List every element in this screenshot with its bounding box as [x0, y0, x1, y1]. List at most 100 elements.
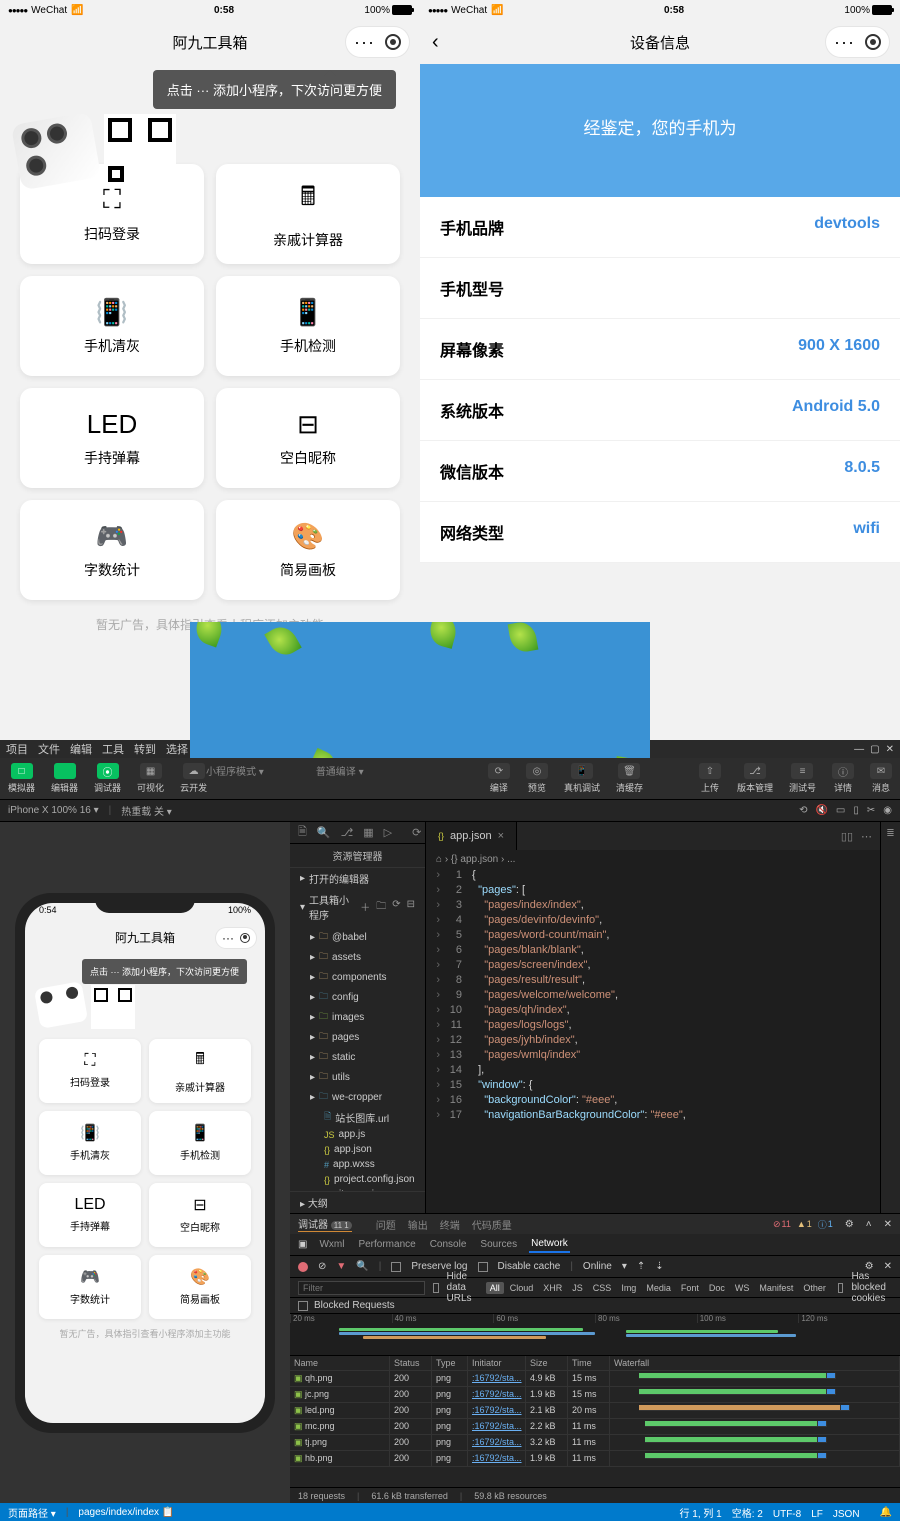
- disable-cache-checkbox[interactable]: [478, 1262, 488, 1272]
- tablet-frame-icon[interactable]: ▯: [853, 805, 859, 816]
- tree-item[interactable]: ▸ 🗀 we-cropper: [290, 1087, 425, 1107]
- type-filter[interactable]: Img: [617, 1282, 640, 1294]
- sim-card[interactable]: ⊟空白昵称: [149, 1183, 251, 1247]
- tree-item[interactable]: JS app.js: [290, 1127, 425, 1142]
- tool-button[interactable]: ⎇版本管理: [729, 758, 781, 799]
- tree-item[interactable]: ▸ 🗀 config: [290, 987, 425, 1007]
- type-filter[interactable]: Media: [642, 1282, 675, 1294]
- type-filter[interactable]: CSS: [589, 1282, 616, 1294]
- tree-item[interactable]: ▸ 🗀 assets: [290, 947, 425, 967]
- minimize-icon[interactable]: —: [854, 744, 864, 755]
- new-folder-icon[interactable]: 🗀: [376, 899, 386, 916]
- minimap-icon[interactable]: ≣: [886, 828, 894, 839]
- sim-card[interactable]: 🎨简易画板: [149, 1255, 251, 1319]
- tool-card[interactable]: 📱手机检测: [216, 276, 400, 376]
- status-item[interactable]: UTF-8: [773, 1509, 801, 1520]
- throttling-select[interactable]: Online: [583, 1261, 612, 1272]
- hide-data-checkbox[interactable]: [433, 1283, 439, 1293]
- outline-section[interactable]: ▸ 大纲: [290, 1191, 425, 1213]
- sim-card[interactable]: 🖩亲戚计算器: [149, 1039, 251, 1103]
- refresh-icon[interactable]: ⟳: [412, 826, 421, 839]
- blocked-cookies-checkbox[interactable]: [838, 1283, 844, 1293]
- net-row[interactable]: ▣ hb.png 200png :16792/sta... 1.9 kB11 m…: [290, 1451, 900, 1467]
- tool-button[interactable]: ⓘ详情: [824, 758, 862, 799]
- net-row[interactable]: ▣ jc.png 200png :16792/sta... 1.9 kB15 m…: [290, 1387, 900, 1403]
- col-header[interactable]: Size: [526, 1356, 568, 1371]
- type-filter[interactable]: Manifest: [755, 1282, 797, 1294]
- menu-item[interactable]: 项目: [6, 744, 28, 756]
- notification-bell-icon[interactable]: 🔔: [880, 1507, 892, 1518]
- rec-icon[interactable]: ◉: [883, 805, 892, 816]
- menu-icon[interactable]: ···: [354, 33, 375, 51]
- code-editor[interactable]: ››››››››››››››››› 1234567891011121314151…: [426, 868, 880, 1213]
- search-nav-icon[interactable]: 🔍: [317, 826, 331, 839]
- devtools-tab[interactable]: Console: [428, 1237, 469, 1252]
- search-devtools-icon[interactable]: 🔍: [356, 1261, 368, 1272]
- explorer-pane[interactable]: 🗎 🔍 ⎇ ▦ ▷ ⟳ 资源管理器 ▸打开的编辑器 ▾工具箱小程序: [290, 822, 426, 1213]
- tool-card[interactable]: 📳手机清灰: [20, 276, 204, 376]
- mute-icon[interactable]: 🔇: [815, 805, 827, 816]
- sim-card[interactable]: LED手持弹幕: [39, 1183, 141, 1247]
- tool-button[interactable]: 编辑器: [43, 758, 86, 799]
- split-editor-icon[interactable]: ▯▯: [841, 830, 853, 843]
- editor-breadcrumb[interactable]: ⌂ › {} app.json › ...: [426, 850, 880, 868]
- collapse-icon[interactable]: ⊟: [407, 899, 415, 916]
- tree-item[interactable]: # app.wxss: [290, 1157, 425, 1172]
- dbg-tab[interactable]: 输出: [408, 1221, 428, 1232]
- net-row[interactable]: ▣ tj.png 200png :16792/sta... 3.2 kB11 m…: [290, 1435, 900, 1451]
- hot-reload-toggle[interactable]: 热重载 关 ▾: [121, 803, 172, 818]
- status-item[interactable]: JSON: [833, 1509, 860, 1520]
- tree-item[interactable]: ▸ 🗀 images: [290, 1007, 425, 1027]
- sim-card[interactable]: ⛶扫码登录: [39, 1039, 141, 1103]
- menu-item[interactable]: 文件: [38, 744, 60, 756]
- cut-icon[interactable]: ✂: [867, 805, 875, 816]
- type-filter[interactable]: All: [486, 1282, 504, 1294]
- close-icon[interactable]: ✕: [886, 744, 894, 755]
- sim-capsule[interactable]: ···: [215, 927, 257, 949]
- main-toolbar[interactable]: □模拟器编辑器⦿调试器▦可视化☁云开发 小程序模式 ▾普通编译 ▾ ⟳编译◎预览…: [0, 758, 900, 800]
- menu-item[interactable]: 转到: [134, 744, 156, 756]
- sub-select[interactable]: 小程序模式 ▾: [200, 763, 270, 778]
- status-item[interactable]: LF: [811, 1509, 823, 1520]
- close-icon[interactable]: [385, 34, 401, 50]
- project-root[interactable]: ▾工具箱小程序 ＋ 🗀 ⟳ ⊟: [290, 889, 425, 925]
- type-filter[interactable]: Font: [677, 1282, 703, 1294]
- devtools-tab[interactable]: Sources: [478, 1237, 519, 1252]
- miniprogram-capsule[interactable]: ···: [825, 26, 890, 58]
- close-icon[interactable]: [865, 34, 881, 50]
- type-filter[interactable]: JS: [568, 1282, 587, 1294]
- opened-editors-section[interactable]: ▸打开的编辑器: [290, 868, 425, 889]
- git-nav-icon[interactable]: ⎇: [341, 826, 354, 839]
- tool-button[interactable]: ≡测试号: [781, 758, 824, 799]
- editor-tab[interactable]: {} app.json ×: [426, 822, 517, 850]
- devtools-close-icon[interactable]: ✕: [884, 1219, 892, 1230]
- record-icon[interactable]: [298, 1262, 308, 1272]
- tool-card[interactable]: 🎮字数统计: [20, 500, 204, 600]
- col-header[interactable]: Time: [568, 1356, 610, 1371]
- tool-button[interactable]: □模拟器: [0, 758, 43, 799]
- col-header[interactable]: Initiator: [468, 1356, 526, 1371]
- tool-card[interactable]: LED手持弹幕: [20, 388, 204, 488]
- maximize-icon[interactable]: ▢: [870, 744, 879, 755]
- blocked-req-checkbox[interactable]: [298, 1301, 308, 1311]
- ext-nav-icon[interactable]: ▦: [363, 826, 373, 839]
- tab-close-icon[interactable]: ×: [498, 830, 504, 842]
- tree-item[interactable]: ▸ 🗀 components: [290, 967, 425, 987]
- tool-button[interactable]: ▦可视化: [129, 758, 172, 799]
- tree-item[interactable]: 🗎 站长图库.url: [290, 1107, 425, 1127]
- back-icon[interactable]: ‹: [432, 31, 439, 54]
- page-path-value[interactable]: pages/index/index 📋: [78, 1507, 174, 1518]
- filter-funnel-icon[interactable]: ▼: [336, 1261, 346, 1272]
- tool-button[interactable]: 📱真机调试: [556, 758, 608, 799]
- sim-card[interactable]: 🎮字数统计: [39, 1255, 141, 1319]
- menu-item[interactable]: 工具: [102, 744, 124, 756]
- dbg-tab[interactable]: 问题: [376, 1221, 396, 1232]
- devtools-up-icon[interactable]: ˄: [866, 1219, 872, 1230]
- devtools-panel[interactable]: 调试器 11 1 问题输出终端代码质量 ⊘ 11 ▲ 1 ⓘ 1 ⚙ ˄ ✕ ▣…: [290, 1213, 900, 1503]
- sim-card[interactable]: 📳手机清灰: [39, 1111, 141, 1175]
- phone-frame-icon[interactable]: ▭: [836, 805, 845, 816]
- right-sidebar[interactable]: ≣: [880, 822, 900, 1213]
- tool-button[interactable]: ⦿调试器: [86, 758, 129, 799]
- page-path-label[interactable]: 页面路径 ▾: [8, 1505, 56, 1520]
- type-filter[interactable]: Doc: [705, 1282, 729, 1294]
